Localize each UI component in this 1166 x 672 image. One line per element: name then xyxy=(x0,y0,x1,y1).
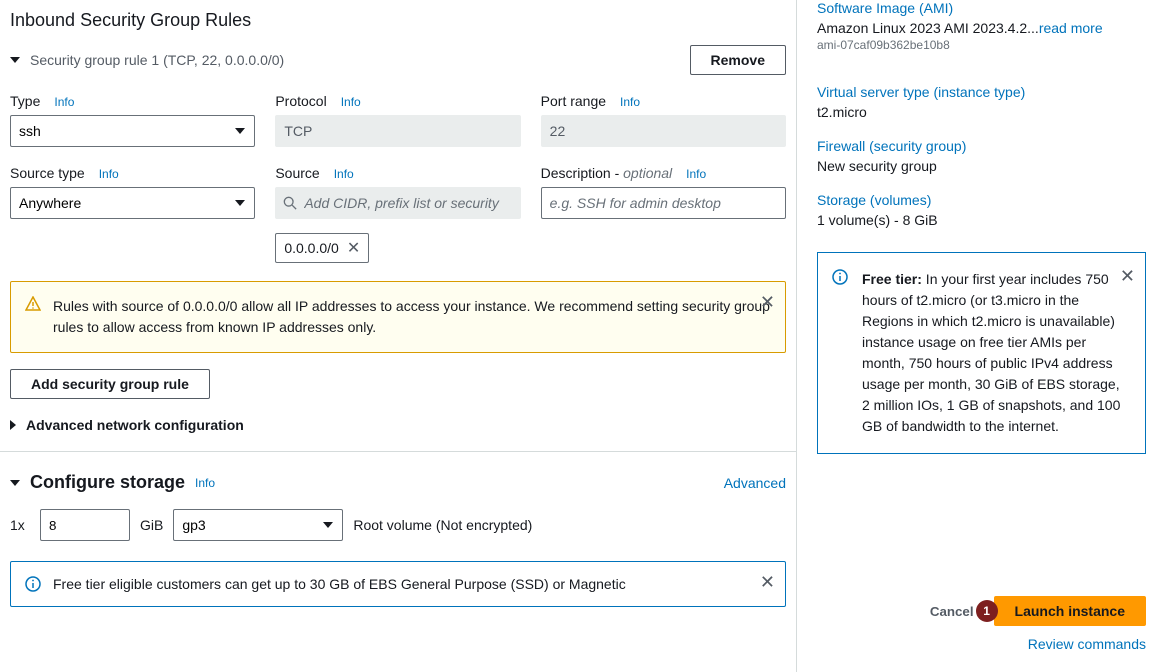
source-type-select[interactable]: Anywhere xyxy=(10,187,255,219)
open-cidr-warning: Rules with source of 0.0.0.0/0 allow all… xyxy=(10,281,786,353)
type-info-link[interactable]: Info xyxy=(54,95,74,109)
rule-collapse-toggle[interactable] xyxy=(10,57,20,63)
inbound-rules-title: Inbound Security Group Rules xyxy=(10,10,786,31)
type-label: Type xyxy=(10,93,40,109)
warning-icon xyxy=(25,296,41,312)
description-label: Description - optional xyxy=(541,165,673,181)
volume-unit: GiB xyxy=(140,517,163,533)
port-range-label: Port range xyxy=(541,93,606,109)
ami-read-more-link[interactable]: read more xyxy=(1039,20,1103,36)
source-type-label: Source type xyxy=(10,165,85,181)
search-icon xyxy=(283,196,297,210)
source-input[interactable] xyxy=(275,187,520,219)
cancel-button[interactable]: Cancel xyxy=(930,604,974,619)
chevron-right-icon xyxy=(10,420,16,430)
close-warning-icon[interactable]: ✕ xyxy=(760,292,775,313)
volume-quantity: 1x xyxy=(10,517,30,533)
source-label: Source xyxy=(275,165,319,181)
remove-cidr-icon[interactable]: ✕ xyxy=(347,238,360,258)
protocol-label: Protocol xyxy=(275,93,326,109)
storage-advanced-link[interactable]: Advanced xyxy=(724,475,786,491)
source-cidr-chip: 0.0.0.0/0 ✕ xyxy=(275,233,369,263)
storage-free-tier-info: Free tier eligible customers can get up … xyxy=(10,561,786,607)
advanced-network-label: Advanced network configuration xyxy=(26,417,244,433)
protocol-value: TCP xyxy=(275,115,520,147)
source-type-info-link[interactable]: Info xyxy=(99,167,119,181)
root-volume-label: Root volume (Not encrypted) xyxy=(353,517,532,533)
type-select[interactable]: ssh xyxy=(10,115,255,147)
summary-ami-id: ami-07caf09b362be10b8 xyxy=(817,38,1146,52)
rule-summary: Security group rule 1 (TCP, 22, 0.0.0.0/… xyxy=(30,52,284,68)
summary-instance-type-link[interactable]: Virtual server type (instance type) xyxy=(817,84,1146,100)
launch-instance-button[interactable]: Launch instance xyxy=(994,596,1146,626)
warning-text: Rules with source of 0.0.0.0/0 allow all… xyxy=(53,296,771,338)
port-range-value: 22 xyxy=(541,115,786,147)
section-divider xyxy=(0,451,796,452)
free-tier-box: ✕ Free tier: In your first year includes… xyxy=(817,252,1146,454)
protocol-info-link[interactable]: Info xyxy=(341,95,361,109)
configure-storage-title: Configure storage xyxy=(30,472,185,493)
close-free-tier-icon[interactable]: ✕ xyxy=(1120,263,1135,290)
close-storage-info-icon[interactable]: ✕ xyxy=(760,572,775,593)
summary-firewall-link[interactable]: Firewall (security group) xyxy=(817,138,1146,154)
storage-collapse-toggle[interactable] xyxy=(10,480,20,486)
source-info-link[interactable]: Info xyxy=(334,167,354,181)
add-security-group-rule-button[interactable]: Add security group rule xyxy=(10,369,210,399)
info-icon xyxy=(25,576,41,592)
port-info-link[interactable]: Info xyxy=(620,95,640,109)
cidr-chip-text: 0.0.0.0/0 xyxy=(284,240,339,256)
free-tier-text: In your first year includes 750 hours of… xyxy=(862,271,1120,434)
step-badge: 1 xyxy=(976,600,998,622)
description-input[interactable] xyxy=(541,187,786,219)
summary-storage-link[interactable]: Storage (volumes) xyxy=(817,192,1146,208)
volume-type-select[interactable]: gp3 xyxy=(173,509,343,541)
summary-ami-link[interactable]: Software Image (AMI) xyxy=(817,0,1146,16)
summary-firewall-value: New security group xyxy=(817,158,1146,174)
volume-size-input[interactable] xyxy=(40,509,130,541)
review-commands-link[interactable]: Review commands xyxy=(1028,636,1146,652)
description-info-link[interactable]: Info xyxy=(686,167,706,181)
summary-instance-type: t2.micro xyxy=(817,104,1146,120)
free-tier-label: Free tier: xyxy=(862,271,922,287)
remove-rule-button[interactable]: Remove xyxy=(690,45,786,75)
advanced-network-toggle[interactable]: Advanced network configuration xyxy=(10,417,786,433)
summary-ami-name: Amazon Linux 2023 AMI 2023.4.2...read mo… xyxy=(817,20,1146,36)
storage-free-tier-text: Free tier eligible customers can get up … xyxy=(53,576,626,592)
info-icon xyxy=(832,269,848,285)
summary-storage-value: 1 volume(s) - 8 GiB xyxy=(817,212,1146,228)
storage-info-link[interactable]: Info xyxy=(195,476,215,490)
